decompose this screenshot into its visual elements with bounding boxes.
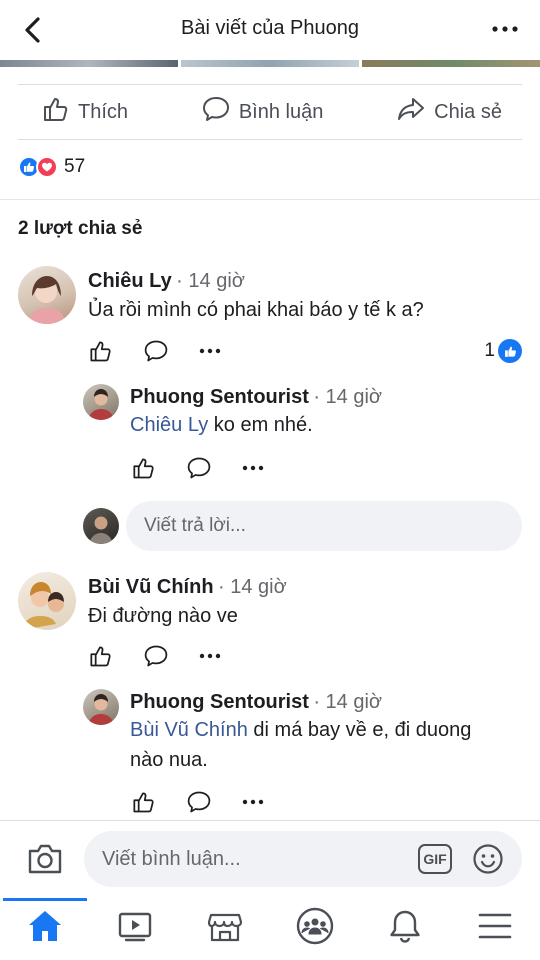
like-button[interactable]: Thích <box>40 94 128 130</box>
comment-actions <box>87 643 223 669</box>
more-comment-icon[interactable] <box>197 643 223 669</box>
comment-composer: Viết bình luận... GIF <box>0 820 540 896</box>
camera-icon[interactable] <box>26 841 64 882</box>
home-icon <box>27 909 63 948</box>
gif-button[interactable]: GIF <box>418 844 452 874</box>
tab-notifications[interactable] <box>375 898 435 958</box>
post-photo-strip[interactable] <box>0 60 540 67</box>
reply-input[interactable]: Viết trả lời... <box>126 501 522 551</box>
like-comment-icon[interactable] <box>130 455 156 481</box>
reply-item: Phuong Sentourist · 14 giờ Bùi Vũ Chính … <box>83 689 510 775</box>
reply-comment-icon[interactable] <box>143 643 169 669</box>
comment-actions <box>130 789 266 815</box>
comment-time: · 14 giờ <box>218 576 287 598</box>
tab-groups[interactable] <box>285 898 345 958</box>
top-bar: Bài viết của Phuong <box>0 0 540 60</box>
share-count[interactable]: 2 lượt chia sẻ <box>18 218 142 240</box>
love-reaction-icon <box>36 156 58 178</box>
reply-text: ko em nhé. <box>208 414 313 436</box>
divider <box>0 199 540 200</box>
like-comment-icon[interactable] <box>87 643 113 669</box>
reply-comment-icon[interactable] <box>186 455 212 481</box>
comment-time: · 14 giờ <box>313 386 383 408</box>
comment-placeholder: Viết bình luận... <box>102 847 241 870</box>
comment-time: · 14 giờ <box>176 270 245 292</box>
comment-time: · 14 giờ <box>313 691 383 713</box>
bottom-tab-bar <box>0 896 540 960</box>
more-comment-icon[interactable] <box>197 338 223 364</box>
groups-icon <box>296 907 334 950</box>
comment-text: Ủa rồi mình có phai khai báo y tế k a? <box>88 299 424 321</box>
like-comment-icon[interactable] <box>130 789 156 815</box>
mention-link[interactable]: Bùi Vũ Chính <box>130 719 248 741</box>
tab-marketplace[interactable] <box>195 898 255 958</box>
store-icon <box>207 909 243 948</box>
comment-text: Đi đường nào ve <box>88 605 238 627</box>
commenter-name[interactable]: Phuong Sentourist <box>130 691 309 713</box>
avatar[interactable] <box>83 384 119 420</box>
more-options-icon[interactable] <box>490 16 520 42</box>
current-user-avatar[interactable] <box>83 508 119 544</box>
more-comment-icon[interactable] <box>240 789 266 815</box>
commenter-name[interactable]: Bùi Vũ Chính <box>88 576 214 598</box>
commenter-name[interactable]: Chiêu Ly <box>88 270 172 292</box>
avatar[interactable] <box>18 572 76 630</box>
reply-placeholder: Viết trả lời... <box>144 515 246 536</box>
bell-icon <box>388 908 422 949</box>
tab-menu[interactable] <box>465 898 525 958</box>
comment-actions <box>87 338 223 364</box>
comment-item: Chiêu Ly · 14 giờ Ủa rồi mình có phai kh… <box>18 266 424 325</box>
page-title: Bài viết của Phuong <box>181 17 359 39</box>
reaction-summary[interactable]: 57 <box>18 156 85 178</box>
share-label: Chia sẻ <box>434 100 502 123</box>
tab-watch[interactable] <box>105 898 165 958</box>
comment-like-number: 1 <box>484 340 495 361</box>
video-play-icon <box>117 909 153 948</box>
comment-input[interactable]: Viết bình luận... GIF <box>84 831 522 887</box>
like-comment-icon[interactable] <box>87 338 113 364</box>
comment-text: Chiêu Ly ko em nhé. <box>130 410 382 440</box>
speech-bubble-icon <box>201 94 231 130</box>
tab-home[interactable] <box>3 898 87 958</box>
comment-item: Bùi Vũ Chính · 14 giờ Đi đường nào ve <box>18 572 287 631</box>
share-arrow-icon <box>396 94 426 130</box>
comment-actions <box>130 455 266 481</box>
hamburger-menu-icon <box>478 911 512 946</box>
mention-link[interactable]: Chiêu Ly <box>130 414 208 436</box>
like-reaction-icon <box>498 339 522 363</box>
reply-item: Phuong Sentourist · 14 giờ Chiêu Ly ko e… <box>83 384 382 440</box>
commenter-name[interactable]: Phuong Sentourist <box>130 386 309 408</box>
emoji-icon[interactable] <box>472 843 504 881</box>
comment-text: Bùi Vũ Chính di má bay về e, đi duong nà… <box>130 715 510 775</box>
post-action-bar: Thích Bình luận Chia sẻ <box>18 84 522 140</box>
reply-comment-icon[interactable] <box>186 789 212 815</box>
reply-comment-icon[interactable] <box>143 338 169 364</box>
reaction-count: 57 <box>64 156 86 177</box>
thumbs-up-icon <box>40 94 70 130</box>
share-button[interactable]: Chia sẻ <box>396 94 502 130</box>
avatar[interactable] <box>18 266 76 324</box>
comment-like-count[interactable]: 1 <box>484 339 522 363</box>
comment-button[interactable]: Bình luận <box>201 94 324 130</box>
comment-label: Bình luận <box>238 100 324 123</box>
like-label: Thích <box>78 100 129 123</box>
more-comment-icon[interactable] <box>240 455 266 481</box>
avatar[interactable] <box>83 689 119 725</box>
